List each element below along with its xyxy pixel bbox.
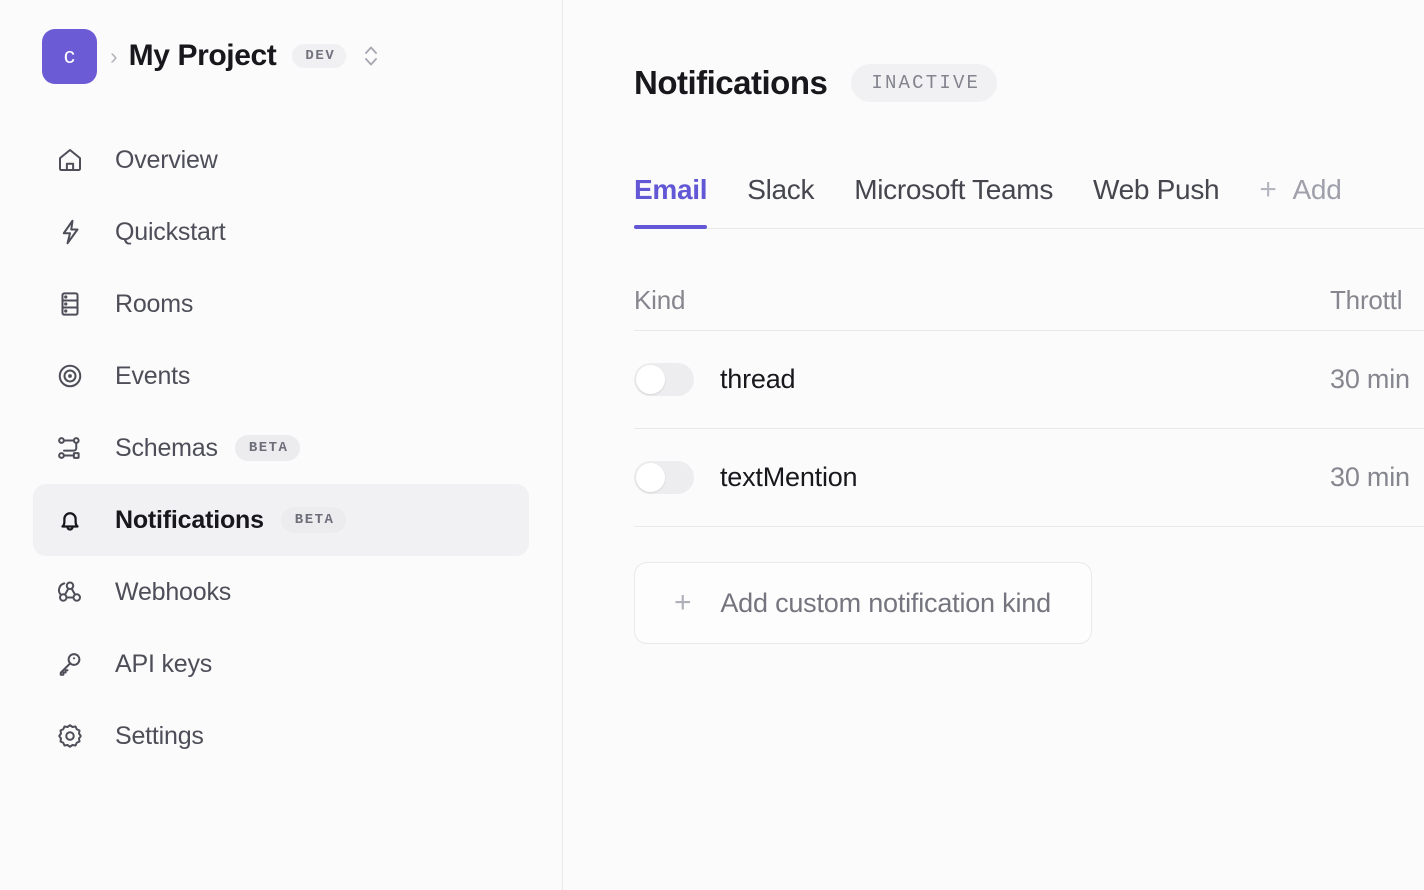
sidebar-item-api-keys[interactable]: API keys xyxy=(33,628,529,700)
home-icon xyxy=(53,143,87,177)
sidebar-item-label: Settings xyxy=(115,722,204,751)
gear-icon xyxy=(53,719,87,753)
plus-icon: + xyxy=(674,588,691,618)
tab-microsoft-teams[interactable]: Microsoft Teams xyxy=(854,174,1053,228)
sidebar-item-webhooks[interactable]: Webhooks xyxy=(33,556,529,628)
sidebar-item-rooms[interactable]: Rooms xyxy=(33,268,529,340)
sidebar-item-label: Schemas xyxy=(115,434,218,463)
webhooks-icon xyxy=(53,575,87,609)
sidebar-item-label: Quickstart xyxy=(115,218,226,247)
add-kind-label: Add custom notification kind xyxy=(720,588,1051,619)
project-avatar: c xyxy=(42,29,97,84)
sidebar-item-badge: BETA xyxy=(235,435,301,461)
key-icon xyxy=(53,647,87,681)
sidebar-item-quickstart[interactable]: Quickstart xyxy=(33,196,529,268)
notification-kinds-table: Kind Throttl thread 30 min xyxy=(634,271,1424,527)
channel-tabs: Email Slack Microsoft Teams Web Push + A… xyxy=(634,157,1424,229)
app-root: c › My Project DEV Overview xyxy=(0,0,1424,890)
sidebar-item-overview[interactable]: Overview xyxy=(33,124,529,196)
project-name: My Project xyxy=(129,39,277,73)
project-switcher[interactable]: c › My Project DEV xyxy=(0,28,562,84)
main-content: Notifications INACTIVE Email Slack Micro… xyxy=(563,0,1424,890)
add-custom-notification-kind-button[interactable]: + Add custom notification kind xyxy=(634,562,1092,644)
sidebar-item-label: Webhooks xyxy=(115,578,231,607)
sidebar-item-badge: BETA xyxy=(281,507,347,533)
kind-name: textMention xyxy=(720,462,857,493)
column-header-kind: Kind xyxy=(634,285,1330,316)
sidebar-item-label: Overview xyxy=(115,146,218,175)
plus-icon: + xyxy=(1259,175,1276,205)
page-header: Notifications INACTIVE xyxy=(634,60,1424,106)
sidebar-item-label: API keys xyxy=(115,650,212,679)
bell-icon xyxy=(53,503,87,537)
column-header-throttle: Throttl xyxy=(1330,285,1424,316)
throttle-value[interactable]: 30 min xyxy=(1330,462,1410,492)
kind-enable-toggle[interactable] xyxy=(634,461,694,494)
kind-name: thread xyxy=(720,364,795,395)
rooms-icon xyxy=(53,287,87,321)
sidebar-item-settings[interactable]: Settings xyxy=(33,700,529,772)
add-channel-button[interactable]: + Add xyxy=(1259,174,1341,228)
lightning-icon xyxy=(53,215,87,249)
sidebar-nav: Overview Quickstart xyxy=(0,124,562,772)
kind-enable-toggle[interactable] xyxy=(634,363,694,396)
sidebar-item-schemas[interactable]: Schemas BETA xyxy=(33,412,529,484)
toggle-knob xyxy=(636,463,665,492)
page-title: Notifications xyxy=(634,64,827,102)
sidebar-item-label: Rooms xyxy=(115,290,193,319)
table-row: thread 30 min xyxy=(634,331,1424,429)
add-channel-label: Add xyxy=(1293,174,1342,206)
tab-web-push[interactable]: Web Push xyxy=(1093,174,1219,228)
sidebar-item-events[interactable]: Events xyxy=(33,340,529,412)
throttle-value[interactable]: 30 min xyxy=(1330,364,1410,394)
schemas-icon xyxy=(53,431,87,465)
table-header-row: Kind Throttl xyxy=(634,271,1424,331)
sidebar-item-label: Notifications xyxy=(115,506,264,535)
breadcrumb-separator-icon: › xyxy=(110,45,118,68)
toggle-knob xyxy=(636,365,665,394)
environment-badge: DEV xyxy=(292,44,346,68)
tab-slack[interactable]: Slack xyxy=(747,174,814,228)
events-icon xyxy=(53,359,87,393)
status-badge: INACTIVE xyxy=(851,64,997,102)
chevron-up-down-icon[interactable] xyxy=(362,41,380,71)
table-row: textMention 30 min xyxy=(634,429,1424,527)
sidebar-item-label: Events xyxy=(115,362,190,391)
sidebar: c › My Project DEV Overview xyxy=(0,0,563,890)
tab-email[interactable]: Email xyxy=(634,174,707,228)
sidebar-item-notifications[interactable]: Notifications BETA xyxy=(33,484,529,556)
